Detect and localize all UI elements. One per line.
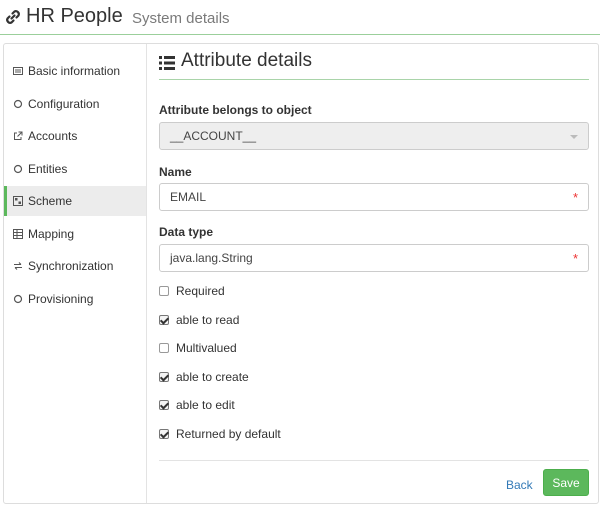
section-header: Attribute details bbox=[159, 50, 589, 80]
checkbox-label: Required bbox=[176, 284, 225, 298]
required-checkbox[interactable]: Required bbox=[159, 282, 225, 300]
name-label: Name bbox=[159, 165, 192, 179]
save-button[interactable]: Save bbox=[543, 469, 589, 496]
able-to-edit-checkbox[interactable]: able to edit bbox=[159, 396, 235, 414]
list-icon bbox=[159, 56, 175, 70]
object-select[interactable]: __ACCOUNT__ bbox=[159, 122, 589, 150]
multivalued-checkbox[interactable]: Multivalued bbox=[159, 339, 237, 357]
sidebar-item-label: Synchronization bbox=[28, 259, 114, 273]
back-button[interactable]: Back bbox=[506, 474, 533, 496]
checkbox[interactable] bbox=[159, 286, 169, 296]
sidebar: Basic information Configuration Accounts… bbox=[4, 44, 147, 503]
name-field-value: EMAIL bbox=[170, 190, 207, 204]
object-select-value: __ACCOUNT__ bbox=[170, 129, 257, 143]
datatype-field-value: java.lang.String bbox=[170, 251, 253, 265]
sidebar-item-label: Mapping bbox=[28, 227, 75, 241]
exchange-icon bbox=[14, 262, 22, 270]
table-icon bbox=[13, 229, 23, 239]
footer-divider bbox=[159, 460, 589, 461]
sidebar-item-scheme[interactable]: Scheme bbox=[4, 186, 146, 216]
sidebar-item-label: Scheme bbox=[28, 194, 73, 208]
checkbox-label: Multivalued bbox=[176, 341, 237, 355]
link-icon bbox=[6, 10, 20, 24]
checkbox[interactable] bbox=[159, 315, 169, 325]
checkbox-label: able to read bbox=[176, 313, 240, 327]
sidebar-item-label: Entities bbox=[28, 162, 68, 176]
checkbox-label: able to create bbox=[176, 370, 249, 384]
checkbox-label: Returned by default bbox=[176, 427, 281, 441]
sidebar-item-mapping[interactable]: Mapping bbox=[4, 219, 146, 249]
checkbox[interactable] bbox=[159, 372, 169, 382]
card-icon bbox=[13, 67, 23, 75]
able-to-create-checkbox[interactable]: able to create bbox=[159, 368, 249, 386]
sidebar-item-label: Basic information bbox=[28, 64, 121, 78]
sidebar-item-synchronization[interactable]: Synchronization bbox=[4, 251, 146, 281]
checkbox[interactable] bbox=[159, 343, 169, 353]
circle-icon bbox=[13, 164, 23, 174]
name-field[interactable]: EMAIL * bbox=[159, 183, 589, 211]
sidebar-item-entities[interactable]: Entities bbox=[4, 154, 146, 184]
sidebar-item-basic-information[interactable]: Basic information bbox=[4, 56, 146, 86]
required-marker: * bbox=[572, 190, 578, 205]
datatype-field[interactable]: java.lang.String * bbox=[159, 244, 589, 272]
datatype-label: Data type bbox=[159, 225, 214, 239]
circle-icon bbox=[13, 99, 23, 109]
external-link-icon bbox=[14, 131, 23, 140]
able-to-read-checkbox[interactable]: able to read bbox=[159, 311, 239, 329]
sidebar-item-accounts[interactable]: Accounts bbox=[4, 121, 146, 151]
sidebar-item-label: Provisioning bbox=[28, 292, 94, 306]
attribute-form: Attribute details Attribute belongs to o… bbox=[159, 44, 589, 503]
section-title: Attribute details bbox=[181, 50, 312, 71]
checkbox[interactable] bbox=[159, 429, 169, 439]
caret-down-icon bbox=[570, 135, 578, 139]
sidebar-item-configuration[interactable]: Configuration bbox=[4, 89, 146, 119]
checkbox[interactable] bbox=[159, 400, 169, 410]
required-marker: * bbox=[572, 251, 578, 266]
object-label: Attribute belongs to object bbox=[159, 103, 312, 117]
page-subtitle: System details bbox=[132, 10, 230, 27]
sidebar-item-label: Configuration bbox=[28, 97, 100, 111]
checkbox-label: able to edit bbox=[176, 398, 235, 412]
sidebar-item-provisioning[interactable]: Provisioning bbox=[4, 284, 146, 314]
returned-by-default-checkbox[interactable]: Returned by default bbox=[159, 425, 281, 443]
sidebar-item-label: Accounts bbox=[28, 129, 78, 143]
detail-panel: Basic information Configuration Accounts… bbox=[3, 43, 599, 504]
page-title: HR People bbox=[26, 5, 123, 27]
page-header: HR People System details bbox=[0, 0, 600, 35]
scheme-icon bbox=[13, 196, 23, 206]
circle-icon bbox=[13, 294, 23, 304]
